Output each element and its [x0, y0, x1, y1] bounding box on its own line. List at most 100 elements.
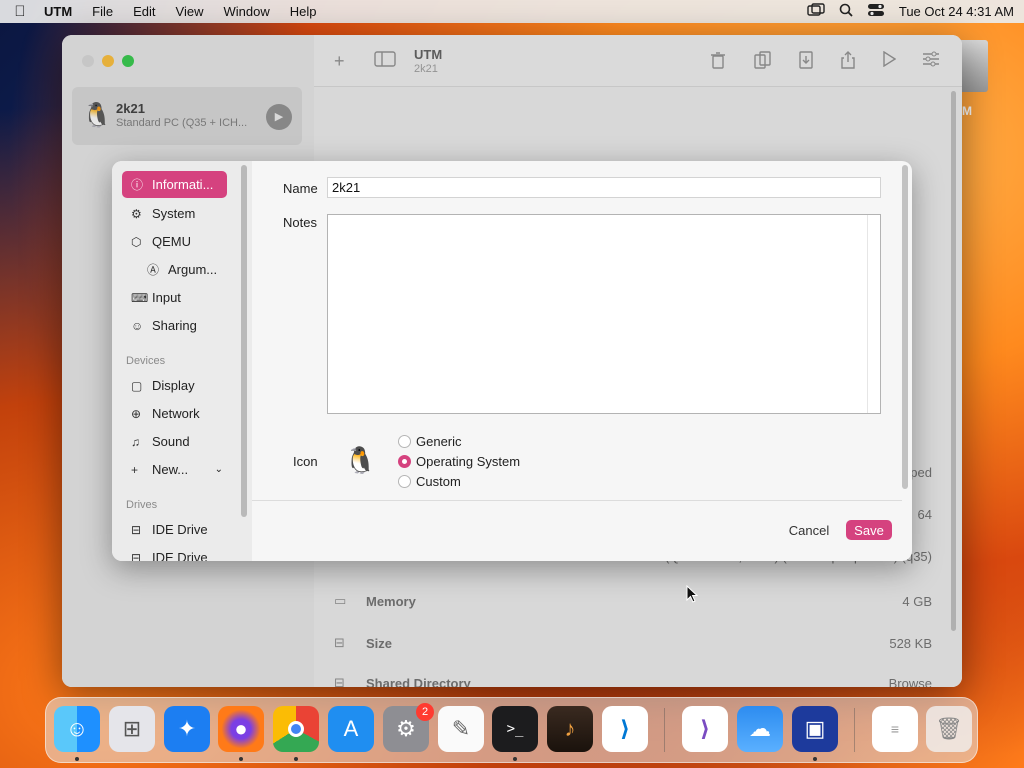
icon-option-custom-label: Custom — [416, 474, 461, 489]
nav-system-label: System — [152, 206, 196, 221]
firefox-icon[interactable]: ● — [218, 706, 264, 752]
nav-drive-1-label: IDE Drive — [152, 522, 208, 537]
nav-sound[interactable]: ♫ Sound — [122, 428, 227, 455]
safari-icon[interactable]: ✦ — [164, 706, 210, 752]
menu-app-name[interactable]: UTM — [44, 4, 72, 19]
notes-field[interactable] — [327, 214, 881, 414]
desktop-disk-label: M — [962, 104, 972, 118]
garageband-icon[interactable]: ♪ — [547, 706, 593, 752]
drive-icon: ⊟ — [131, 550, 142, 562]
vm-settings-sheet: ⓘ Informati... ⚙ System ⬡ QEMU Ⓐ Argum..… — [112, 161, 912, 561]
nav-network-label: Network — [152, 406, 200, 421]
mouse-cursor-icon — [686, 584, 699, 608]
devices-section-header: Devices — [126, 355, 166, 367]
nav-display-label: Display — [152, 378, 195, 393]
name-field[interactable] — [327, 177, 881, 198]
nav-arguments[interactable]: Ⓐ Argum... — [138, 256, 227, 283]
nav-qemu[interactable]: ⬡ QEMU — [122, 228, 227, 255]
dock: ☺ ⊞ ✦ ● A ⚙ 2 ✎ >_ ♪ ⟩ ⟩ ☁ ▣ ≡ 🗑 — [45, 697, 978, 763]
nav-system[interactable]: ⚙ System — [122, 200, 227, 227]
nav-qemu-label: QEMU — [152, 234, 191, 249]
globe-icon: ⊕ — [131, 406, 142, 421]
utm-icon[interactable]: ▣ — [792, 706, 838, 752]
chrome-icon[interactable] — [273, 706, 319, 752]
cancel-button[interactable]: Cancel — [780, 520, 838, 540]
nav-display[interactable]: ▢ Display — [122, 372, 227, 399]
launchpad-icon[interactable]: ⊞ — [109, 706, 155, 752]
notification-badge: 2 — [416, 703, 434, 721]
radio-custom[interactable] — [398, 475, 411, 488]
textedit-icon[interactable]: ✎ — [438, 706, 484, 752]
nav-input[interactable]: ⌨ Input — [122, 284, 227, 311]
speaker-icon: ♫ — [131, 434, 140, 449]
menu-bar:  UTM File Edit View Window Help Tue Oct… — [0, 0, 1024, 23]
nav-network[interactable]: ⊕ Network — [122, 400, 227, 427]
form-scrollbar[interactable] — [902, 165, 908, 489]
running-indicator — [239, 757, 243, 761]
footer-divider — [252, 500, 902, 501]
menu-window[interactable]: Window — [223, 4, 269, 19]
cpu-icon: ⚙ — [131, 206, 142, 221]
nav-information[interactable]: ⓘ Informati... — [122, 171, 227, 198]
nav-new-device[interactable]: + New... ⌄ — [122, 456, 227, 483]
menu-help[interactable]: Help — [290, 4, 317, 19]
nav-drive-2-label: IDE Drive — [152, 550, 208, 561]
save-button[interactable]: Save — [846, 520, 892, 540]
cube-icon: ⬡ — [131, 234, 142, 249]
running-indicator — [75, 757, 79, 761]
apple-menu-icon[interactable]:  — [10, 3, 30, 20]
trash-icon[interactable]: 🗑 — [926, 706, 972, 752]
icon-option-operating-system[interactable]: Operating System — [398, 454, 520, 469]
name-label: Name — [283, 181, 318, 196]
running-indicator — [813, 757, 817, 761]
nav-drive-1[interactable]: ⊟ IDE Drive — [122, 516, 227, 543]
icon-option-generic[interactable]: Generic — [398, 434, 462, 449]
plus-icon: + — [131, 462, 139, 477]
nav-new-label: New... — [152, 462, 189, 477]
finder-icon[interactable]: ☺ — [54, 706, 100, 752]
icon-option-custom[interactable]: Custom — [398, 474, 461, 489]
sidebar-scrollbar[interactable] — [241, 165, 247, 517]
screen-mirroring-icon[interactable] — [807, 3, 825, 20]
nav-sharing-label: Sharing — [152, 318, 197, 333]
document-icon[interactable]: ≡ — [872, 706, 918, 752]
nav-sharing[interactable]: ☺ Sharing — [122, 312, 227, 339]
nav-drive-2[interactable]: ⊟ IDE Drive — [122, 544, 227, 561]
chevron-down-icon: ⌄ — [214, 464, 223, 475]
visual-studio-icon[interactable]: ⟩ — [682, 706, 728, 752]
weather-icon[interactable]: ☁ — [737, 706, 783, 752]
notes-scroll-track — [867, 215, 868, 413]
info-icon: ⓘ — [131, 178, 144, 192]
control-center-icon[interactable] — [867, 3, 885, 20]
drive-icon: ⊟ — [131, 522, 142, 537]
notes-label: Notes — [283, 215, 317, 230]
nav-arguments-label: Argum... — [168, 262, 218, 277]
linux-tux-icon[interactable]: 🐧 — [344, 445, 376, 476]
radio-operating-system[interactable] — [398, 455, 411, 468]
nav-information-label: Informati... — [152, 177, 214, 192]
display-icon: ▢ — [131, 378, 143, 393]
icon-option-generic-label: Generic — [416, 434, 462, 449]
vscode-icon[interactable]: ⟩ — [602, 706, 648, 752]
menu-edit[interactable]: Edit — [133, 4, 155, 19]
dock-separator — [854, 708, 855, 752]
icon-option-os-label: Operating System — [416, 454, 521, 469]
keyboard-icon: ⌨ — [131, 290, 149, 305]
running-indicator — [294, 757, 298, 761]
menu-clock[interactable]: Tue Oct 24 4:31 AM — [899, 4, 1014, 19]
radio-generic[interactable] — [398, 435, 411, 448]
icon-label: Icon — [293, 454, 318, 469]
drives-section-header: Drives — [126, 499, 158, 511]
text-box-icon: Ⓐ — [147, 263, 160, 277]
nav-sound-label: Sound — [152, 434, 190, 449]
nav-input-label: Input — [152, 290, 181, 305]
spotlight-search-icon[interactable] — [839, 3, 853, 20]
settings-sidebar: ⓘ Informati... ⚙ System ⬡ QEMU Ⓐ Argum..… — [112, 161, 252, 561]
dock-separator — [664, 708, 665, 752]
person-icon: ☺ — [131, 318, 144, 333]
menu-file[interactable]: File — [92, 4, 113, 19]
terminal-icon[interactable]: >_ — [492, 706, 538, 752]
app-store-icon[interactable]: A — [328, 706, 374, 752]
menu-view[interactable]: View — [176, 4, 204, 19]
running-indicator — [513, 757, 517, 761]
